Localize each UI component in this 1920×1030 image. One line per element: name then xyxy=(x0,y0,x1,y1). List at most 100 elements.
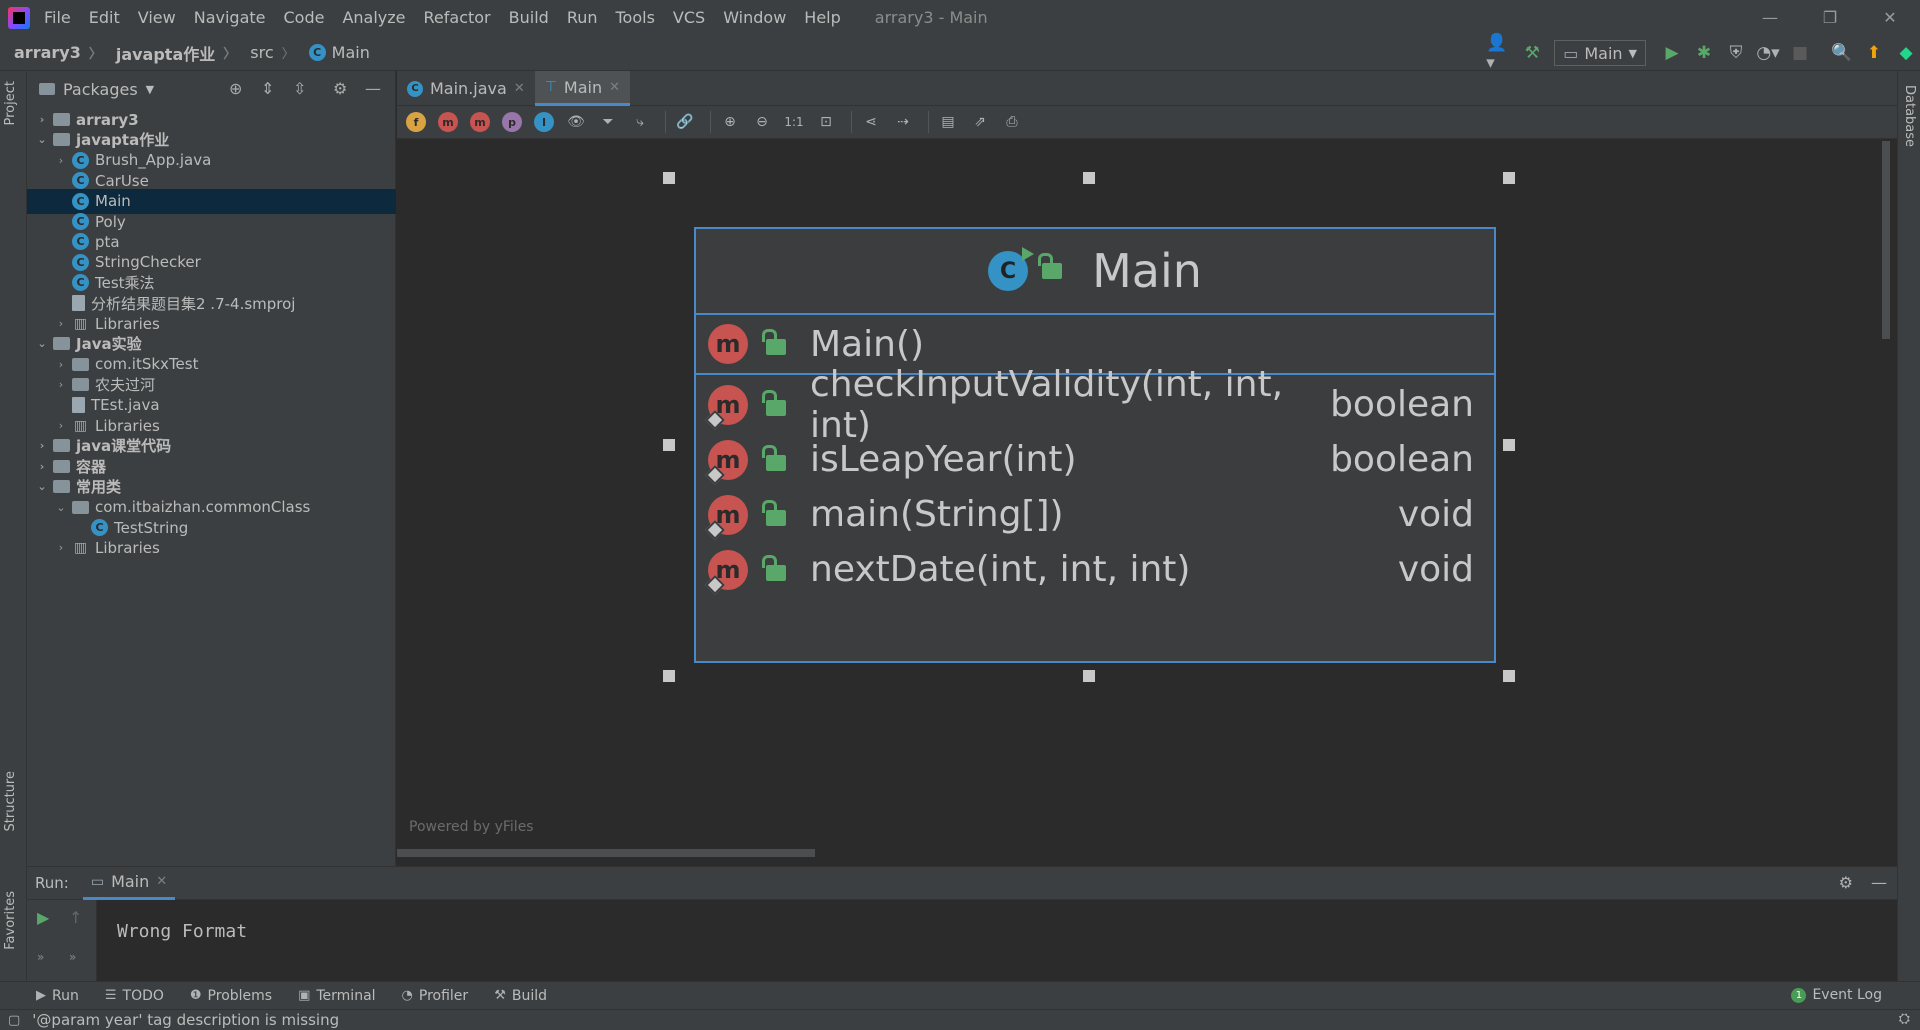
update-icon[interactable]: ⬆ xyxy=(1860,35,1888,71)
breadcrumb-project[interactable]: arrary3 〉 xyxy=(0,43,102,62)
gear-icon[interactable]: ⚙ xyxy=(333,79,347,98)
show-methods-toggle[interactable]: m xyxy=(467,109,493,135)
more-icon[interactable]: » xyxy=(69,950,76,964)
menu-navigate[interactable]: Navigate xyxy=(194,8,266,27)
toggle-tool-windows-icon[interactable]: ▢ xyxy=(8,1013,20,1028)
menu-tools[interactable]: Tools xyxy=(616,8,655,27)
profile-icon[interactable]: ◔▾ xyxy=(1754,35,1782,71)
resize-handle-nw[interactable] xyxy=(663,172,675,184)
restore-icon[interactable]: ❐ xyxy=(1800,0,1860,35)
zoom-out-icon[interactable]: ⊖ xyxy=(749,109,775,135)
menu-file[interactable]: File xyxy=(44,8,71,27)
scroll-up-icon[interactable]: ↑ xyxy=(69,908,82,927)
run-configuration-select[interactable]: ▭ Main ▼ xyxy=(1554,40,1646,66)
more-icon[interactable]: » xyxy=(37,950,44,964)
diagram-canvas[interactable]: C Main m Main() m checkInputValidity(int, … xyxy=(397,139,1897,857)
eye-icon[interactable]: 👁 xyxy=(563,109,589,135)
edge-icon[interactable]: ⤷ xyxy=(627,109,653,135)
user-icon[interactable]: 👤▾ xyxy=(1486,33,1514,73)
collapse-all-icon[interactable]: ⇳ xyxy=(293,79,306,98)
structure-tool-tab[interactable]: Structure xyxy=(3,771,18,831)
uml-method-row[interactable]: m nextDate(int, int, int) void xyxy=(696,542,1494,597)
print-icon[interactable]: ⎙ xyxy=(999,109,1025,135)
project-view-selector[interactable]: Packages xyxy=(63,80,138,99)
build-hammer-icon[interactable]: ⚒ xyxy=(1518,35,1546,71)
chevron-right-icon[interactable]: › xyxy=(35,113,49,126)
locate-icon[interactable]: ⊕ xyxy=(229,79,242,98)
rerun-icon[interactable]: ▶ xyxy=(37,908,49,927)
fit-content-icon[interactable]: ⊡ xyxy=(813,109,839,135)
search-icon[interactable]: 🔍 xyxy=(1828,35,1856,71)
uml-method-row[interactable]: m isLeapYear(int) boolean xyxy=(696,432,1494,487)
uml-class-node[interactable]: C Main m Main() m checkInputValidity(int, … xyxy=(694,227,1496,663)
apply-layout-icon[interactable]: ⇢ xyxy=(890,109,916,135)
menu-edit[interactable]: Edit xyxy=(89,8,120,27)
plugin-icon[interactable]: ◆ xyxy=(1892,35,1920,71)
filter-icon[interactable]: ⏷ xyxy=(595,109,621,135)
show-inner-classes-toggle[interactable]: I xyxy=(531,109,557,135)
tab-main-diagram[interactable]: ⊤ Main ✕ xyxy=(534,71,631,106)
project-tool-tab[interactable]: Project xyxy=(3,81,18,125)
chevron-right-icon[interactable]: › xyxy=(54,317,68,330)
menu-window[interactable]: Window xyxy=(723,8,786,27)
show-properties-toggle[interactable]: p xyxy=(499,109,525,135)
run-tab-main[interactable]: ▭ Main ✕ xyxy=(82,867,176,900)
resize-handle-w[interactable] xyxy=(663,439,675,451)
minimize-icon[interactable]: — xyxy=(1740,0,1800,35)
chevron-right-icon[interactable]: › xyxy=(35,460,49,473)
menu-run[interactable]: Run xyxy=(567,8,598,27)
breadcrumb-src[interactable]: src 〉 xyxy=(236,43,294,62)
resize-handle-n[interactable] xyxy=(1083,172,1095,184)
tab-main-java[interactable]: C Main.java ✕ xyxy=(397,71,535,106)
close-tab-icon[interactable]: ✕ xyxy=(156,874,167,889)
chevron-down-icon[interactable]: ⌄ xyxy=(54,501,68,514)
menu-analyze[interactable]: Analyze xyxy=(342,8,405,27)
bottom-tab-run[interactable]: ▶ Run xyxy=(36,988,79,1004)
resize-handle-ne[interactable] xyxy=(1503,172,1515,184)
hide-icon[interactable]: — xyxy=(365,79,381,98)
chevron-right-icon[interactable]: › xyxy=(54,541,68,554)
hide-icon[interactable]: — xyxy=(1871,873,1887,892)
show-constructors-toggle[interactable]: m xyxy=(435,109,461,135)
resize-handle-e[interactable] xyxy=(1503,439,1515,451)
close-tab-icon[interactable]: ✕ xyxy=(609,80,620,95)
resize-handle-sw[interactable] xyxy=(663,670,675,682)
debug-icon[interactable]: ✱ xyxy=(1690,35,1718,71)
run-icon[interactable]: ▶ xyxy=(1658,35,1686,71)
bottom-tab-build[interactable]: ⚒ Build xyxy=(494,988,547,1004)
resize-handle-s[interactable] xyxy=(1083,670,1095,682)
menu-code[interactable]: Code xyxy=(284,8,325,27)
tree-item[interactable]: › ▥ Libraries xyxy=(27,535,396,560)
menu-view[interactable]: View xyxy=(138,8,176,27)
chevron-down-icon[interactable]: ▼ xyxy=(146,83,154,96)
chevron-right-icon[interactable]: › xyxy=(54,358,68,371)
export-icon[interactable]: ⇗ xyxy=(967,109,993,135)
chevron-right-icon[interactable]: › xyxy=(54,154,68,167)
coverage-icon[interactable]: ⛨ xyxy=(1722,35,1750,71)
inspection-icon[interactable]: ⛭ xyxy=(1899,1011,1910,1027)
bottom-tab-todo[interactable]: ☰ TODO xyxy=(105,988,164,1004)
vertical-scrollbar[interactable] xyxy=(1880,139,1892,847)
database-tool-tab[interactable]: Database xyxy=(1902,85,1917,147)
bottom-tab-problems[interactable]: ❶ Problems xyxy=(190,988,272,1004)
menu-refactor[interactable]: Refactor xyxy=(424,8,491,27)
uml-method-row[interactable]: m checkInputValidity(int, int, int) boolea… xyxy=(696,364,1494,446)
chevron-down-icon[interactable]: ⌄ xyxy=(35,133,49,146)
link-icon[interactable]: 🔗 xyxy=(672,109,698,135)
stop-icon[interactable]: ■ xyxy=(1786,35,1814,71)
scrollbar-thumb[interactable] xyxy=(1882,141,1890,339)
console-output[interactable]: Wrong Format xyxy=(117,921,247,942)
gear-icon[interactable]: ⚙ xyxy=(1839,873,1853,892)
uml-method-row[interactable]: m main(String[]) void xyxy=(696,487,1494,542)
menu-help[interactable]: Help xyxy=(804,8,840,27)
chevron-down-icon[interactable]: ⌄ xyxy=(35,337,49,350)
expand-all-icon[interactable]: ⇕ xyxy=(261,79,274,98)
resize-handle-se[interactable] xyxy=(1503,670,1515,682)
chevron-down-icon[interactable]: ⌄ xyxy=(35,480,49,493)
chevron-right-icon[interactable]: › xyxy=(35,439,49,452)
favorites-tool-tab[interactable]: Favorites xyxy=(3,891,18,950)
horizontal-scrollbar[interactable] xyxy=(397,847,1897,857)
close-icon[interactable]: ✕ xyxy=(1860,0,1920,35)
scrollbar-thumb[interactable] xyxy=(397,849,815,857)
save-icon[interactable]: ▤ xyxy=(935,109,961,135)
